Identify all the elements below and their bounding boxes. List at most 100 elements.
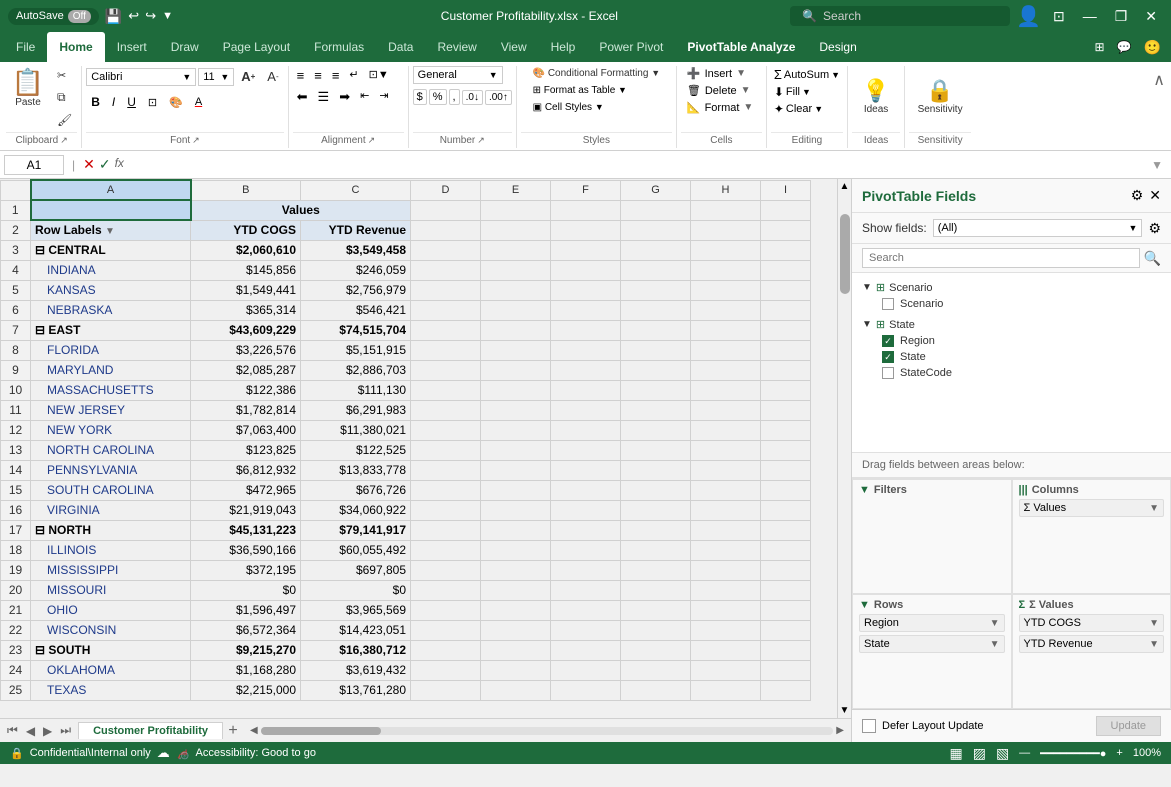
cell-h22[interactable] [691, 620, 761, 640]
pivot-field-item-region[interactable]: ✓ Region [862, 333, 1161, 349]
cell-d11[interactable] [411, 400, 481, 420]
cell-h18[interactable] [691, 540, 761, 560]
cell-e8[interactable] [481, 340, 551, 360]
col-header-e[interactable]: E [481, 180, 551, 200]
cell-g25[interactable] [621, 680, 691, 700]
cell-e24[interactable] [481, 660, 551, 680]
cell-f8[interactable] [551, 340, 621, 360]
comma-button[interactable]: , [449, 89, 460, 105]
border-button[interactable]: ⊡ [143, 93, 162, 112]
cell-d4[interactable] [411, 260, 481, 280]
cell-styles-button[interactable]: ▣ Cell Styles ▼ [527, 100, 610, 115]
cell-i24[interactable] [761, 660, 811, 680]
cell-e22[interactable] [481, 620, 551, 640]
pivot-field-header-scenario[interactable]: ▼ ⊞ Scenario [862, 279, 1161, 296]
cell-h5[interactable] [691, 280, 761, 300]
cell-c7[interactable]: $74,515,704 [301, 320, 411, 340]
cell-h10[interactable] [691, 380, 761, 400]
cell-e10[interactable] [481, 380, 551, 400]
cell-c13[interactable]: $122,525 [301, 440, 411, 460]
cell-g18[interactable] [621, 540, 691, 560]
pivot-columns-values-item[interactable]: Σ Values ▼ [1019, 499, 1165, 517]
cell-b18[interactable]: $36,590,166 [191, 540, 301, 560]
cell-d14[interactable] [411, 460, 481, 480]
formula-cancel-icon[interactable]: ✕ [83, 156, 95, 173]
cell-e1[interactable] [481, 200, 551, 220]
cell-h21[interactable] [691, 600, 761, 620]
cell-i4[interactable] [761, 260, 811, 280]
cell-b10[interactable]: $122,386 [191, 380, 301, 400]
fill-button[interactable]: ⬇ Fill ▼ [771, 84, 814, 100]
cell-g19[interactable] [621, 560, 691, 580]
bold-button[interactable]: B [86, 92, 105, 112]
cell-b2[interactable]: YTD COGS [191, 220, 301, 240]
h-scroll-thumb[interactable] [261, 727, 381, 735]
maximize-btn[interactable]: ❐ [1109, 8, 1134, 25]
cell-g8[interactable] [621, 340, 691, 360]
cell-h19[interactable] [691, 560, 761, 580]
align-top-button[interactable]: ≡ [293, 66, 309, 85]
decrease-decimal-btn[interactable]: .0↓ [462, 90, 483, 105]
scenario-checkbox[interactable] [882, 298, 894, 310]
cell-e12[interactable] [481, 420, 551, 440]
cell-h9[interactable] [691, 360, 761, 380]
cell-b1[interactable]: Values [191, 200, 411, 220]
pivot-field-list[interactable]: ▼ ⊞ Scenario Scenario ▼ ⊞ State ✓ [852, 273, 1171, 453]
tab-insert[interactable]: Insert [105, 32, 159, 62]
pivot-field-item-statecode[interactable]: StateCode [862, 365, 1161, 381]
cell-d20[interactable] [411, 580, 481, 600]
align-left-button[interactable]: ⬅ [293, 87, 312, 107]
cell-d9[interactable] [411, 360, 481, 380]
pivot-field-item-scenario[interactable]: Scenario [862, 296, 1161, 312]
cell-a12[interactable]: NEW YORK [31, 420, 191, 440]
number-expand-icon[interactable]: ↗ [477, 135, 485, 146]
formula-confirm-icon[interactable]: ✓ [99, 156, 111, 173]
cell-g22[interactable] [621, 620, 691, 640]
underline-button[interactable]: U [122, 92, 141, 112]
page-layout-view-icon[interactable]: ▨ [973, 745, 986, 762]
quick-access-more[interactable]: ▼ [162, 10, 173, 22]
cell-e6[interactable] [481, 300, 551, 320]
cell-e13[interactable] [481, 440, 551, 460]
cell-a15[interactable]: SOUTH CAROLINA [31, 480, 191, 500]
cell-b13[interactable]: $123,825 [191, 440, 301, 460]
font-size-box[interactable]: 11 ▼ [198, 68, 234, 86]
cell-c12[interactable]: $11,380,021 [301, 420, 411, 440]
font-size-increase-btn[interactable]: A+ [236, 66, 260, 87]
font-expand-icon[interactable]: ↗ [192, 135, 200, 146]
cell-i10[interactable] [761, 380, 811, 400]
cell-e7[interactable] [481, 320, 551, 340]
tab-file[interactable]: File [4, 32, 47, 62]
cell-f5[interactable] [551, 280, 621, 300]
cell-e18[interactable] [481, 540, 551, 560]
cell-b15[interactable]: $472,965 [191, 480, 301, 500]
tab-nav-prev[interactable]: ◀ [23, 724, 38, 738]
cell-d25[interactable] [411, 680, 481, 700]
cell-d12[interactable] [411, 420, 481, 440]
cell-e15[interactable] [481, 480, 551, 500]
font-size-decrease-btn[interactable]: A- [262, 66, 283, 87]
cell-a22[interactable]: WISCONSIN [31, 620, 191, 640]
cell-i20[interactable] [761, 580, 811, 600]
italic-button[interactable]: I [107, 92, 120, 112]
tab-view[interactable]: View [489, 32, 539, 62]
tab-nav-first[interactable]: ⏮ [4, 723, 21, 738]
cell-g1[interactable] [621, 200, 691, 220]
show-fields-select[interactable]: (All) ▼ [933, 219, 1143, 237]
cell-g2[interactable] [621, 220, 691, 240]
cell-a21[interactable]: OHIO [31, 600, 191, 620]
cell-f14[interactable] [551, 460, 621, 480]
cell-f19[interactable] [551, 560, 621, 580]
cell-h3[interactable] [691, 240, 761, 260]
cell-c25[interactable]: $13,761,280 [301, 680, 411, 700]
cell-a14[interactable]: PENNSYLVANIA [31, 460, 191, 480]
pivot-values-ytdcogs-item[interactable]: YTD COGS ▼ [1019, 614, 1165, 632]
zoom-slider[interactable]: ━━━━━━━━━● [1040, 747, 1106, 760]
cell-e14[interactable] [481, 460, 551, 480]
cell-i14[interactable] [761, 460, 811, 480]
ribbon-display-btn[interactable]: ⊡ [1047, 8, 1071, 25]
state-checkbox[interactable]: ✓ [882, 351, 894, 363]
cell-c11[interactable]: $6,291,983 [301, 400, 411, 420]
cell-f13[interactable] [551, 440, 621, 460]
cell-d15[interactable] [411, 480, 481, 500]
